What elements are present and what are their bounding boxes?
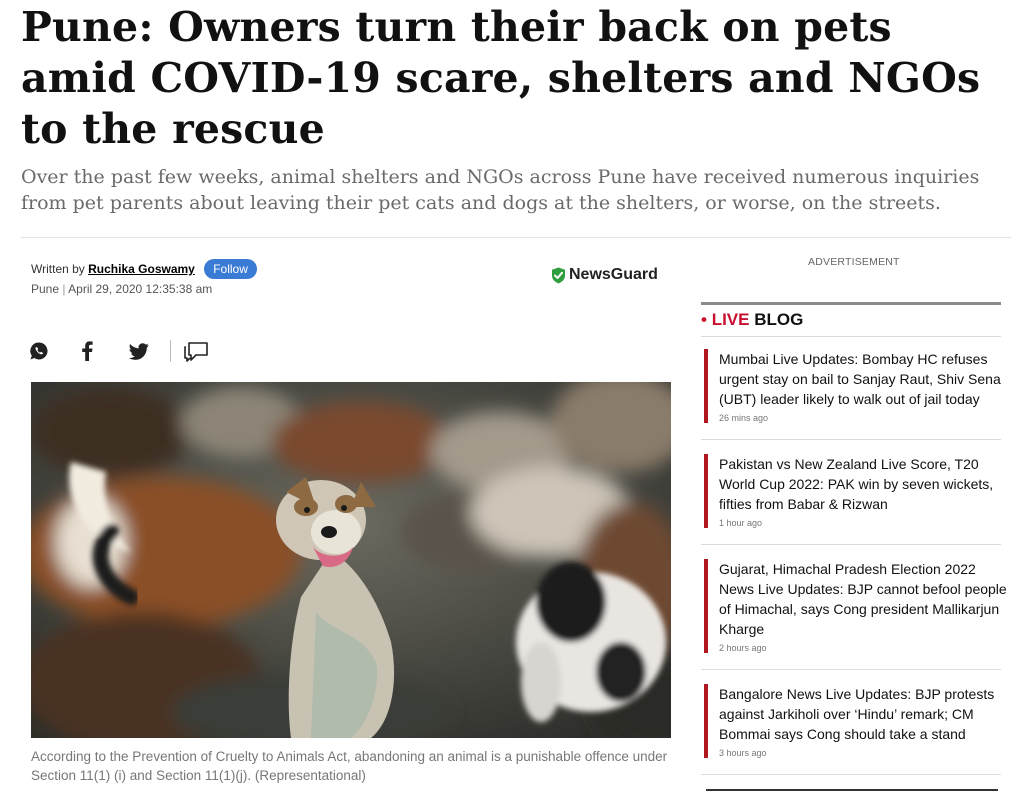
newsguard-label: NewsGuard (569, 266, 658, 283)
live-blog-item[interactable]: Pakistan vs New Zealand Live Score, T20 … (704, 454, 1014, 528)
newsguard-badge[interactable]: NewsGuard (551, 266, 658, 284)
live-blog-divider (701, 544, 1001, 545)
header-divider (21, 237, 1011, 238)
twitter-icon[interactable] (128, 340, 150, 362)
live-blog-item[interactable]: Mumbai Live Updates: Bombay HC refuses u… (704, 349, 1014, 423)
publish-date: April 29, 2020 12:35:38 am (68, 282, 213, 296)
live-blog-top-rule (701, 302, 1001, 305)
dateline: Pune | April 29, 2020 12:35:38 am (31, 282, 212, 296)
location-label: Pune (31, 282, 60, 296)
live-blog-divider (701, 774, 1001, 775)
live-blog-item-title[interactable]: Bangalore News Live Updates: BJP protest… (719, 684, 1014, 744)
article-standfirst: Over the past few weeks, animal shelters… (21, 166, 980, 214)
live-blog-item[interactable]: Bangalore News Live Updates: BJP protest… (704, 684, 1014, 758)
live-blog-divider (701, 669, 1001, 670)
live-blog-item-title[interactable]: Mumbai Live Updates: Bombay HC refuses u… (719, 349, 1014, 409)
live-blog-divider (701, 336, 1001, 337)
live-blog-item-time: 2 hours ago (719, 643, 767, 653)
live-blog-item-title[interactable]: Gujarat, Himachal Pradesh Election 2022 … (719, 559, 1014, 639)
whatsapp-icon[interactable] (28, 340, 50, 362)
byline: Written by Ruchika Goswamy Follow (31, 259, 257, 279)
date-separator: | (62, 282, 66, 296)
live-label: LIVE (711, 310, 750, 329)
live-blog-header[interactable]: • LIVE BLOG (701, 310, 803, 330)
facebook-icon[interactable] (76, 340, 98, 362)
live-blog-item[interactable]: Gujarat, Himachal Pradesh Election 2022 … (704, 559, 1014, 653)
article-headline: Pune: Owners turn their back on pets ami… (21, 3, 981, 153)
live-blog-item-time: 1 hour ago (719, 518, 763, 528)
share-divider (170, 340, 171, 362)
shield-check-icon (552, 267, 565, 283)
byline-prefix: Written by (31, 262, 85, 276)
photo-caption: According to the Prevention of Cruelty t… (31, 749, 668, 783)
blog-label: BLOG (754, 310, 804, 329)
live-blog-item-title[interactable]: Pakistan vs New Zealand Live Score, T20 … (719, 454, 1014, 514)
comment-icon[interactable] (182, 340, 210, 362)
author-link[interactable]: Ruchika Goswamy (88, 262, 195, 276)
live-blog-divider (701, 439, 1001, 440)
live-dot-icon: • (701, 310, 707, 329)
share-bar (28, 340, 210, 362)
follow-button[interactable]: Follow (204, 259, 257, 279)
live-blog-item-time: 26 mins ago (719, 413, 769, 423)
live-blog-item-time: 3 hours ago (719, 748, 767, 758)
advertisement-label: ADVERTISEMENT (808, 256, 900, 268)
article-photo-dogs (31, 382, 671, 738)
